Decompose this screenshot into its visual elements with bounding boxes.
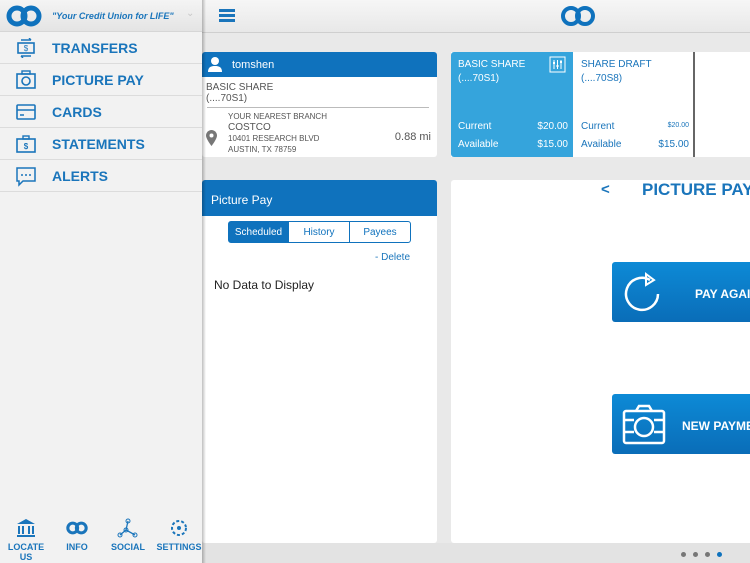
logo-icon [6, 5, 42, 27]
account-name: SHARE DRAFT [581, 59, 652, 70]
page-dot[interactable] [705, 552, 710, 557]
new-payment-button[interactable]: NEW PAYMENT [612, 394, 750, 454]
sidebar: "Your Credit Union for LIFE" ⌄ $ TRANSFE… [0, 0, 202, 563]
footer-info[interactable]: INFO [52, 518, 102, 552]
available-label: Available [581, 139, 622, 150]
pay-again-button[interactable]: PAY AGAIN [612, 262, 750, 322]
tab-scheduled[interactable]: Scheduled [228, 221, 289, 243]
logo-icon [561, 6, 595, 26]
chevron-down-icon[interactable]: ⌄ [186, 8, 194, 19]
footer-settings[interactable]: SETTINGS [154, 518, 204, 552]
available-balance: $15.00 [537, 139, 568, 150]
current-balance: $20.00 [537, 121, 568, 132]
hamburger-menu-icon[interactable] [219, 9, 235, 22]
profile-header: tomshen [202, 52, 437, 77]
current-label: Current [581, 121, 615, 132]
statement-icon: $ [16, 135, 36, 153]
account-name: BASIC SHARE [206, 82, 274, 93]
gear-icon [171, 520, 187, 536]
footer-locate-us[interactable]: LOCATE US [1, 518, 51, 562]
footer-social[interactable]: SOCIAL [103, 518, 153, 552]
account-number: (....70S8) [581, 73, 623, 84]
branch-distance: 0.88 mi [394, 131, 431, 143]
chat-icon [16, 167, 36, 187]
button-label: NEW PAYMENT [682, 419, 750, 433]
menu-item-statements[interactable]: $ STATEMENTS [0, 128, 202, 160]
button-label: PAY AGAIN [695, 287, 750, 301]
tab-payees[interactable]: Payees [349, 221, 411, 243]
page-dot[interactable] [681, 552, 686, 557]
branch-name: COSTCO [228, 122, 271, 133]
picture-pay-header: Picture Pay [202, 180, 437, 216]
empty-message: No Data to Display [214, 278, 315, 292]
delete-link[interactable]: - Delete [375, 252, 410, 263]
back-button[interactable]: < [601, 181, 610, 198]
account-number: (....70S1) [458, 73, 500, 84]
account-tile-share-draft[interactable]: SHARE DRAFT (....70S8) Current $20.00 Av… [573, 52, 695, 157]
current-label: Current [458, 121, 492, 132]
transfer-icon: $ [17, 38, 35, 58]
branch-label: YOUR NEAREST BRANCH [228, 112, 327, 121]
page-indicator-bar [202, 543, 750, 563]
footer-label: INFO [66, 542, 88, 552]
profile-card[interactable]: tomshen BASIC SHARE (....70S1) YOUR NEAR… [202, 52, 437, 157]
camera-icon [16, 70, 36, 89]
user-icon [208, 57, 222, 72]
menu-label: PICTURE PAY [52, 71, 144, 88]
available-balance: $15.00 [658, 139, 689, 150]
menu-label: STATEMENTS [52, 135, 145, 152]
menu-label: TRANSFERS [52, 39, 138, 56]
account-tile-basic-share[interactable]: BASIC SHARE (....70S1) Current $20.00 Av… [451, 52, 573, 157]
svg-text:$: $ [24, 142, 29, 151]
page-dot[interactable] [693, 552, 698, 557]
menu-item-transfers[interactable]: $ TRANSFERS [0, 32, 202, 64]
share-icon [117, 518, 138, 538]
menu-item-picture-pay[interactable]: PICTURE PAY [0, 64, 202, 96]
footer-label: LOCATE US [7, 542, 45, 562]
page-dot-active[interactable] [717, 552, 722, 557]
settings-sliders-icon[interactable] [549, 56, 566, 73]
footer-label: SOCIAL [110, 542, 145, 552]
menu-label: CARDS [52, 103, 102, 120]
panel-title: PICTURE PAY [642, 180, 750, 199]
username: tomshen [232, 59, 275, 71]
sidebar-header: "Your Credit Union for LIFE" ⌄ [0, 0, 202, 32]
tab-history[interactable]: History [288, 221, 350, 243]
tagline: "Your Credit Union for LIFE" [52, 11, 174, 21]
menu-item-alerts[interactable]: ALERTS [0, 160, 202, 192]
picture-pay-panel: Picture Pay Scheduled History Payees - D… [202, 180, 437, 543]
sidebar-shadow [202, 0, 206, 563]
account-tiles: BASIC SHARE (....70S1) Current $20.00 Av… [451, 52, 750, 157]
account-number: (....70S1) [206, 93, 248, 104]
divider [207, 107, 429, 108]
available-label: Available [458, 139, 499, 150]
top-bar [202, 0, 750, 33]
refresh-icon [624, 272, 660, 312]
bank-icon [17, 519, 35, 537]
camera-icon [622, 404, 666, 445]
current-balance: $20.00 [667, 122, 689, 129]
card-icon [16, 104, 36, 120]
location-pin-icon [206, 130, 217, 146]
branch-city: AUSTIN, TX 78759 [228, 145, 297, 154]
menu-label: ALERTS [52, 167, 108, 184]
picture-pay-actions-panel: < PICTURE PAY PAY AGAIN NEW PAYMENT [451, 180, 750, 543]
branch-address: 10401 RESEARCH BLVD [228, 134, 320, 143]
svg-text:$: $ [24, 44, 29, 53]
footer-label: SETTINGS [156, 542, 202, 552]
panel-title: Picture Pay [211, 193, 273, 207]
menu-item-cards[interactable]: CARDS [0, 96, 202, 128]
logo-icon [66, 521, 88, 535]
account-name: BASIC SHARE [458, 59, 526, 70]
